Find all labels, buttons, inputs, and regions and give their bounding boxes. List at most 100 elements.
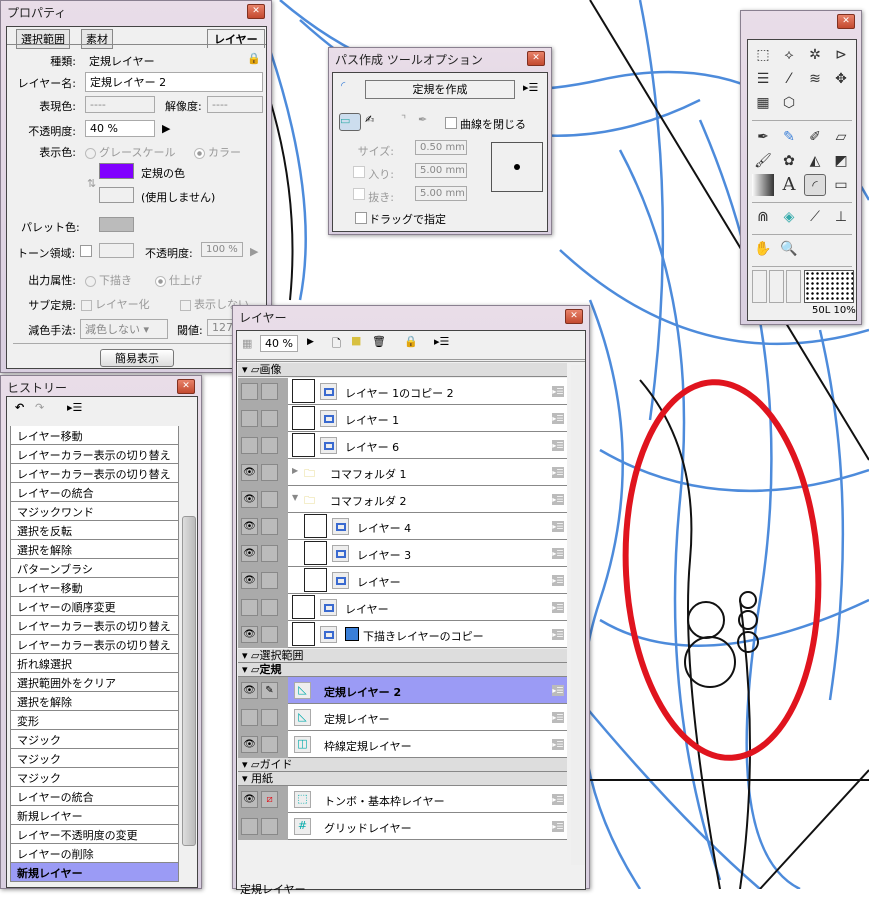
- history-item[interactable]: レイヤーカラー表示の切り替え: [10, 445, 179, 464]
- menu-icon[interactable]: ▸☰: [523, 81, 538, 94]
- history-item[interactable]: レイヤー移動: [10, 426, 179, 445]
- layer-row[interactable]: レイヤー 6 ▸☰: [238, 432, 567, 459]
- new-layer-icon[interactable]: 🗋: [332, 335, 341, 354]
- collapse-icon[interactable]: ▼: [292, 493, 298, 502]
- visibility-toggle[interactable]: 👁: [241, 464, 258, 481]
- close-button[interactable]: ✕: [177, 379, 195, 394]
- visibility-toggle[interactable]: [241, 599, 258, 616]
- layer-menu-icon[interactable]: ▸☰: [552, 821, 564, 832]
- history-item[interactable]: レイヤー不透明度の変更: [10, 825, 179, 844]
- drag-specify-checkbox[interactable]: [355, 212, 367, 224]
- layer-row[interactable]: 👁 レイヤー 3 ▸☰: [238, 540, 567, 567]
- path-tool-icon[interactable]: ◜: [804, 174, 826, 196]
- visibility-toggle[interactable]: [241, 818, 258, 835]
- layer-row[interactable]: 👁 ◫ 枠線定規レイヤー ▸☰: [238, 731, 567, 758]
- layer-menu-icon[interactable]: ▸☰: [552, 712, 564, 723]
- tone-checkbox[interactable]: [80, 245, 92, 257]
- layer-menu-icon[interactable]: ▸☰: [552, 467, 564, 478]
- draft-radio[interactable]: 下描き: [85, 272, 132, 288]
- edit-toggle[interactable]: ✎: [261, 682, 278, 699]
- lock-icon[interactable]: 🔒: [247, 52, 261, 65]
- color-slot[interactable]: [769, 270, 784, 303]
- history-item[interactable]: 新規レイヤー: [10, 806, 179, 825]
- layer-row[interactable]: 👁 レイヤー 4 ▸☰: [238, 513, 567, 540]
- grid-view-icon[interactable]: ▦: [242, 337, 252, 350]
- edit-toggle[interactable]: [261, 736, 278, 753]
- layer-menu-icon[interactable]: ▸☰: [552, 739, 564, 750]
- history-item[interactable]: マジック: [10, 730, 179, 749]
- expand-icon[interactable]: ▾ ▱: [242, 363, 259, 376]
- zoom-icon[interactable]: 🔍: [778, 238, 800, 260]
- layer-opacity-input[interactable]: 40 %: [260, 335, 298, 352]
- history-item[interactable]: マジック: [10, 768, 179, 787]
- opacity-arrow-icon[interactable]: ▶: [307, 337, 314, 347]
- layer-menu-icon[interactable]: ▸☰: [552, 629, 564, 640]
- eraser-icon[interactable]: ▱: [830, 126, 852, 148]
- history-item[interactable]: マジックワンド: [10, 502, 179, 521]
- history-item[interactable]: 変形: [10, 711, 179, 730]
- layer-menu-icon[interactable]: ▸☰: [552, 794, 564, 805]
- 3d-object-icon[interactable]: ⬡: [778, 92, 800, 114]
- layer-menu-icon[interactable]: ▸☰: [552, 575, 564, 586]
- edit-toggle[interactable]: ⧄: [261, 791, 278, 808]
- history-scrollbar[interactable]: [182, 516, 196, 846]
- layer-row[interactable]: 👁 ✎ ◺ 定規レイヤー 2 ▸☰: [238, 677, 567, 704]
- edit-toggle[interactable]: [261, 599, 278, 616]
- shape-icon[interactable]: ▭: [830, 174, 852, 196]
- stamp-mode-icon[interactable]: ✍: [365, 113, 374, 126]
- layer-menu-icon[interactable]: ▸☰: [552, 386, 564, 397]
- color2-swatch[interactable]: [99, 187, 134, 203]
- layer-menu-icon[interactable]: ▸☰: [552, 440, 564, 451]
- layer-group-ruler[interactable]: ▾ ▱定規: [238, 663, 567, 677]
- expand-icon[interactable]: ▶: [292, 466, 298, 475]
- visibility-toggle[interactable]: 👁: [241, 491, 258, 508]
- edit-toggle[interactable]: [261, 410, 278, 427]
- color-slot[interactable]: [752, 270, 767, 303]
- history-item[interactable]: レイヤーの統合: [10, 483, 179, 502]
- layer-row[interactable]: 👁 ▶ 🗀 コマフォルダ 1 ▸☰: [238, 459, 567, 486]
- edit-toggle[interactable]: [261, 437, 278, 454]
- visibility-toggle[interactable]: 👁: [241, 626, 258, 643]
- layers-scrollbar[interactable]: [571, 365, 585, 865]
- layer-group-selection[interactable]: ▾ ▱選択範囲: [238, 649, 567, 663]
- brush-icon[interactable]: 🖌: [752, 150, 774, 172]
- layer-row[interactable]: レイヤー ▸☰: [238, 594, 567, 621]
- pattern-brush-icon[interactable]: ✿: [778, 150, 800, 172]
- visibility-toggle[interactable]: 👁: [241, 736, 258, 753]
- history-item[interactable]: レイヤーカラー表示の切り替え: [10, 616, 179, 635]
- reduce-select[interactable]: 減色しない ▾: [80, 319, 168, 339]
- layer-row[interactable]: 👁 下描きレイヤーのコピー ▸☰: [238, 621, 567, 648]
- stamp-icon[interactable]: ⊥: [830, 206, 852, 228]
- history-item[interactable]: マジック: [10, 749, 179, 768]
- tone-preview[interactable]: [804, 270, 854, 303]
- visibility-toggle[interactable]: [241, 437, 258, 454]
- layer-menu-icon[interactable]: ▸☰: [552, 521, 564, 532]
- object-select-icon[interactable]: ⊳: [830, 44, 852, 66]
- history-item[interactable]: レイヤーの順序変更: [10, 597, 179, 616]
- layer-row[interactable]: 👁 ⧄ ⬚ トンボ・基本枠レイヤー ▸☰: [238, 786, 567, 813]
- sub-layerize-checkbox[interactable]: レイヤー化: [81, 296, 150, 312]
- grid-icon[interactable]: ▦: [752, 92, 774, 114]
- visibility-toggle[interactable]: [241, 709, 258, 726]
- out-checkbox[interactable]: [353, 188, 365, 200]
- finish-radio[interactable]: 仕上げ: [155, 272, 202, 288]
- history-item[interactable]: レイヤーカラー表示の切り替え: [10, 635, 179, 654]
- expand-icon[interactable]: ▾: [242, 772, 251, 785]
- close-button[interactable]: ✕: [565, 309, 583, 324]
- layer-menu-icon[interactable]: ▸☰: [552, 602, 564, 613]
- close-curve-checkbox[interactable]: [445, 117, 457, 129]
- redo-icon[interactable]: ↷: [35, 401, 44, 414]
- new-folder-icon[interactable]: ■: [351, 334, 361, 347]
- opacity-arrow-icon[interactable]: ▶: [162, 122, 170, 135]
- line-icon[interactable]: ⟋: [804, 206, 826, 228]
- history-item[interactable]: 折れ線選択: [10, 654, 179, 673]
- layer-group-guide[interactable]: ▾ ▱ガイド: [238, 758, 567, 772]
- history-item[interactable]: レイヤーの統合: [10, 787, 179, 806]
- gradient-icon[interactable]: [752, 174, 774, 196]
- visibility-toggle[interactable]: 👁: [241, 572, 258, 589]
- tone-swatch[interactable]: [99, 243, 134, 258]
- edit-toggle[interactable]: [261, 626, 278, 643]
- history-item[interactable]: レイヤー移動: [10, 578, 179, 597]
- expand-icon[interactable]: ▾ ▱: [242, 649, 259, 662]
- hand-icon[interactable]: ✋: [752, 238, 774, 260]
